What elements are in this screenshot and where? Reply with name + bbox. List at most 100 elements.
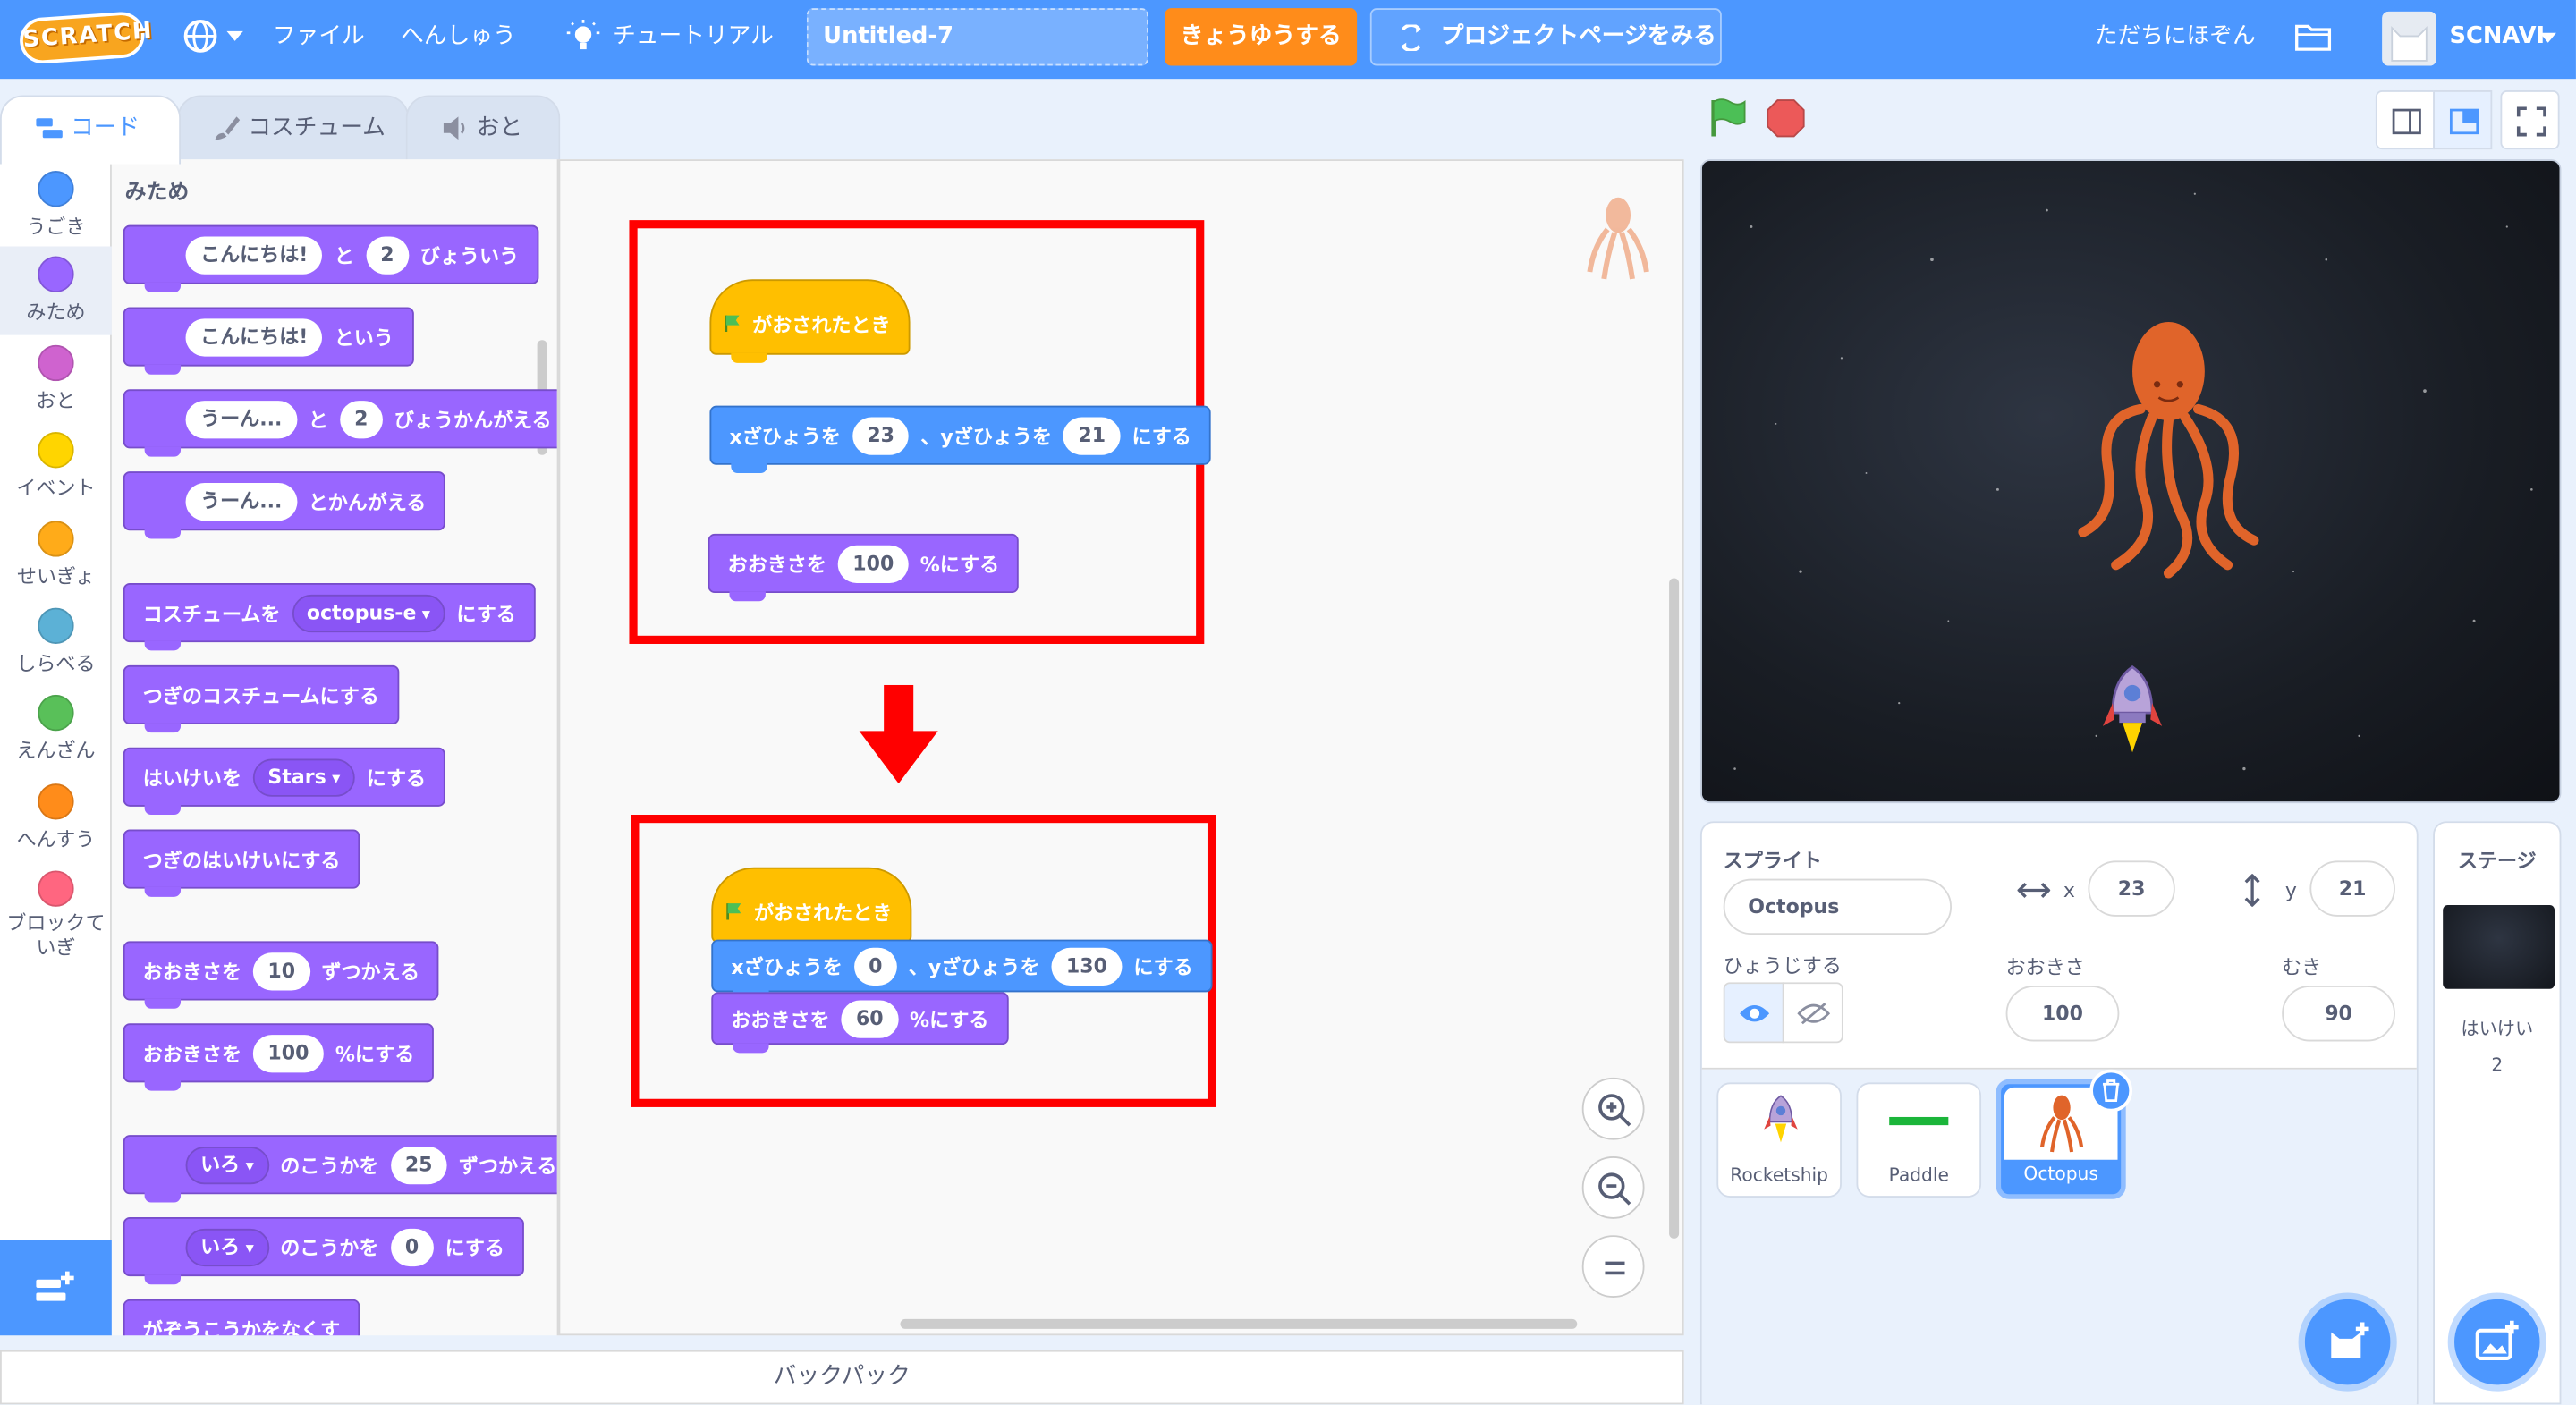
tab-code[interactable]: コード [0,95,182,165]
edit-menu[interactable]: へんしゅう [401,0,516,79]
x-input-before[interactable]: 23 [852,416,910,454]
size-input[interactable]: 100 [2005,986,2120,1042]
zoom-in-button[interactable] [1581,1077,1645,1140]
control-dot-icon [38,521,74,557]
switch-costume-block[interactable]: コスチュームを octopus-e にする [123,583,536,651]
change-effect-dropdown[interactable]: いろ [185,1146,269,1184]
sprite-tile-paddle[interactable]: Paddle [1856,1082,1982,1198]
language-globe-icon[interactable] [182,18,218,54]
normal-stage-button[interactable] [2433,90,2493,150]
category-control[interactable]: せいぎょ [0,521,112,606]
fullscreen-button[interactable] [2500,90,2560,150]
size-input-after[interactable]: 60 [841,999,899,1037]
zoom-reset-button[interactable] [1581,1235,1645,1298]
go-to-xy-block-after[interactable]: xざひょうを 0 、yざひょうを 130 にする [711,939,1213,1001]
project-title-input[interactable]: Untitled-7 [806,8,1148,66]
user-avatar[interactable] [2382,11,2436,66]
sprite-tile-rocketship[interactable]: Rocketship [1716,1082,1842,1198]
see-project-page-button[interactable]: プロジェクトページをみる [1369,8,1722,66]
image-add-icon [2475,1320,2519,1360]
tab-costumes[interactable]: コスチューム [177,95,410,161]
y-input-before[interactable]: 21 [1063,416,1121,454]
tutorials-menu[interactable]: チュートリアル [613,0,774,79]
file-menu[interactable]: ファイル [273,0,365,79]
clear-effects-block[interactable]: がぞうこうかをなくす [123,1299,360,1336]
zoom-out-button[interactable] [1581,1156,1645,1219]
think-only-text-input[interactable]: うーん... [185,482,297,521]
script-area[interactable]: がおされたとき xざひょうを 23 、yざひょうを 21 にする おおきさを 1… [558,159,1684,1336]
sprite-name-input[interactable]: Octopus [1723,878,1952,935]
category-sensing[interactable]: しらべる [0,607,112,694]
set-effect-dropdown[interactable]: いろ [185,1227,269,1266]
next-costume-block[interactable]: つぎのコスチュームにする [123,664,399,733]
category-looks[interactable]: みため [0,246,112,335]
add-extension-button[interactable] [0,1240,112,1336]
stage-canvas[interactable] [1699,159,2562,804]
language-caret-icon[interactable] [226,30,243,41]
think-text-input[interactable]: うーん... [185,400,297,438]
account-caret-icon[interactable] [2539,32,2556,43]
share-button[interactable]: きょうゆうする [1165,8,1358,66]
size-input-before[interactable]: 100 [837,544,909,583]
change-size-input[interactable]: 10 [252,952,310,990]
y-input[interactable]: 21 [2309,860,2395,917]
eye-slash-icon [1797,1003,1831,1025]
sensing-dot-icon [38,607,74,644]
category-variables[interactable]: へんすう [0,783,112,869]
choose-sprite-button[interactable] [2304,1299,2391,1385]
think-secs-input[interactable]: 2 [339,400,384,438]
save-now-menu[interactable]: ただちにほぞん [2095,0,2256,79]
delete-sprite-button[interactable] [2089,1069,2133,1113]
when-flag-clicked-hat-before[interactable]: がおされたとき [709,279,911,363]
set-size-block[interactable]: おおきさを 100 %にする [123,1023,435,1091]
go-to-xy-block-before[interactable]: xざひょうを 23 、yざひょうを 21 にする [709,405,1211,473]
direction-input[interactable]: 90 [2282,986,2395,1042]
script-area-vertical-scrollbar[interactable] [1669,578,1680,1239]
next-backdrop-block[interactable]: つぎのはいけいにする [123,829,360,897]
script-area-horizontal-scrollbar[interactable] [900,1318,1578,1329]
small-stage-button[interactable] [2375,90,2435,150]
my-stuff-folder-icon[interactable] [2295,21,2332,51]
scratch-logo[interactable]: SCRATCH [18,10,154,65]
set-effect-input[interactable]: 0 [390,1227,434,1266]
say-secs-input[interactable]: 2 [365,235,410,274]
zoom-out-icon [1598,1172,1631,1206]
when-flag-clicked-hat-after[interactable]: がおされたとき [711,867,912,952]
tab-sounds[interactable]: おと [405,95,561,161]
category-operators[interactable]: えんざん [0,694,112,781]
backdrop-dropdown[interactable]: Stars [252,758,355,796]
show-sprite-button[interactable] [1723,982,1784,1044]
stop-icon[interactable] [1766,98,1805,138]
think-block[interactable]: うーん... とかんがえる [123,471,446,539]
say-for-secs-block[interactable]: こんにちは! と 2 びょういう [123,224,539,292]
category-my-blocks[interactable]: ブロックていぎ [0,870,112,969]
choose-backdrop-button[interactable] [2454,1299,2540,1385]
set-size-block-before[interactable]: おおきさを 100 %にする [708,533,1020,602]
backpack-bar[interactable]: バックパック [0,1350,1684,1405]
change-effect-block[interactable]: いろ のこうかを 25 ずつかえる [123,1135,557,1203]
category-motion[interactable]: うごき [0,171,112,257]
x-input[interactable]: 23 [2088,860,2175,917]
switch-backdrop-block[interactable]: はいけいを Stars にする [123,747,446,816]
category-events[interactable]: イベント [0,432,112,518]
x-input-after[interactable]: 0 [853,946,898,986]
category-sound[interactable]: おと [0,344,112,431]
say-only-text-input[interactable]: こんにちは! [185,317,323,356]
say-block[interactable]: こんにちは! という [123,307,413,375]
green-flag-run-icon[interactable] [1707,97,1750,140]
add-extension-icon [36,1271,74,1301]
set-effect-block[interactable]: いろ のこうかを 0 にする [123,1216,524,1285]
change-size-block[interactable]: おおきさを 10 ずつかえる [123,941,440,1009]
lightbulb-icon [566,20,600,50]
set-size-input[interactable]: 100 [252,1034,324,1072]
set-size-block-after[interactable]: おおきさを 60 %にする [711,992,1009,1054]
costume-dropdown[interactable]: octopus-e [292,593,445,632]
rocketship-sprite[interactable] [2099,664,2165,762]
y-input-after[interactable]: 130 [1051,946,1123,986]
hide-sprite-button[interactable] [1782,982,1843,1044]
username-menu[interactable]: SCNAVI [2450,0,2546,79]
say-text-input[interactable]: こんにちは! [185,235,323,274]
think-for-secs-block[interactable]: うーん... と 2 びょうかんがえる [123,389,557,457]
octopus-sprite[interactable] [2067,318,2264,581]
change-effect-input[interactable]: 25 [390,1146,448,1184]
